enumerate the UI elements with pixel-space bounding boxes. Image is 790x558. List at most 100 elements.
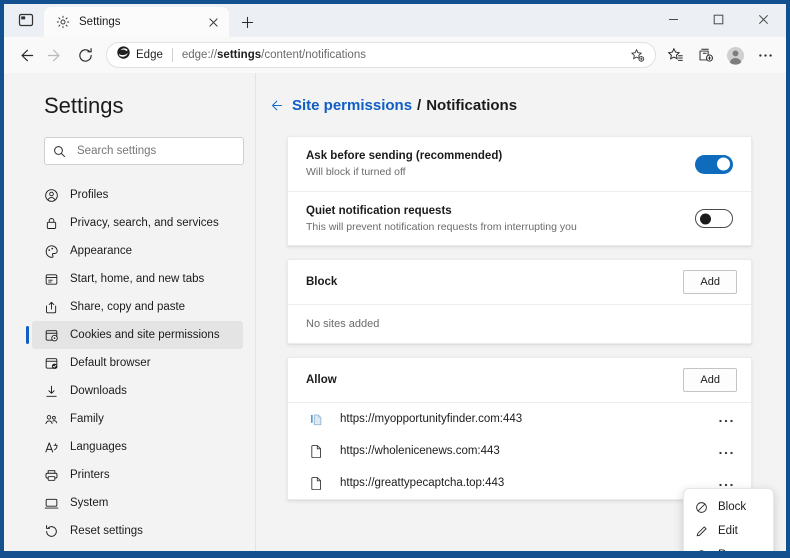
pencil-icon xyxy=(694,525,709,538)
refresh-icon[interactable] xyxy=(70,40,100,70)
more-ellipsis-icon[interactable] xyxy=(715,446,737,456)
sidebar-item-phone-and-other-devices[interactable]: Phone and other devices xyxy=(32,545,243,551)
close-icon[interactable] xyxy=(741,4,786,35)
setting-row-quiet-notification-requests: Quiet notification requests This will pr… xyxy=(288,191,751,245)
sidebar-item-reset-settings[interactable]: Reset settings xyxy=(32,517,243,545)
download-icon xyxy=(42,384,60,399)
start-home-icon xyxy=(42,272,60,287)
section-title: Block xyxy=(306,276,338,288)
more-ellipsis-icon[interactable] xyxy=(750,40,780,70)
toggle-quiet-notification-requests[interactable] xyxy=(695,209,733,228)
sidebar-item-profiles[interactable]: Profiles xyxy=(32,181,243,209)
sidebar-item-system[interactable]: System xyxy=(32,489,243,517)
context-menu-item-block[interactable]: Block xyxy=(684,495,773,519)
close-icon[interactable] xyxy=(205,14,221,30)
context-menu-item-label: Block xyxy=(718,501,747,513)
allow-site-row: https://myopportunityfinder.com:443 xyxy=(288,403,751,435)
generic-page-icon xyxy=(308,476,324,490)
back-arrow-icon[interactable] xyxy=(264,98,286,113)
profiles-icon xyxy=(42,188,60,203)
new-tab-button[interactable] xyxy=(235,10,259,34)
sidebar-item-label: Share, copy and paste xyxy=(70,301,186,313)
site-context-menu: Block Edit Remove xyxy=(683,488,774,551)
family-icon xyxy=(42,412,60,427)
url-suffix: /content/notifications xyxy=(261,49,366,61)
sidebar-item-label: Downloads xyxy=(70,385,127,397)
breadcrumb: Site permissions / Notifications xyxy=(264,97,786,114)
sidebar-item-languages[interactable]: Languages xyxy=(32,433,243,461)
sidebar-item-label: Profiles xyxy=(70,189,109,201)
more-ellipsis-icon[interactable] xyxy=(715,478,737,488)
context-menu-item-label: Remove xyxy=(718,549,761,551)
gear-icon xyxy=(55,14,71,30)
setting-subtitle: This will prevent notification requests … xyxy=(306,220,577,233)
trash-icon xyxy=(694,549,709,551)
more-ellipsis-icon[interactable] xyxy=(715,414,737,424)
breadcrumb-separator: / xyxy=(417,97,422,114)
block-circle-icon xyxy=(694,501,709,514)
setting-title: Quiet notification requests xyxy=(306,204,452,217)
setting-row-ask-before-sending: Ask before sending (recommended) Will bl… xyxy=(288,137,751,191)
sidebar-item-label: Privacy, search, and services xyxy=(70,217,219,229)
sidebar-item-downloads[interactable]: Downloads xyxy=(32,377,243,405)
breadcrumb-current: Notifications xyxy=(426,97,518,114)
toggle-knob xyxy=(700,213,711,224)
window-controls xyxy=(651,4,786,35)
sidebar-item-printers[interactable]: Printers xyxy=(32,461,243,489)
row-texts: Quiet notification requests This will pr… xyxy=(306,205,695,233)
lock-icon xyxy=(42,216,60,231)
settings-main-content: Site permissions / Notifications Ask bef… xyxy=(256,73,786,551)
favorites-star-icon[interactable] xyxy=(660,40,690,70)
collections-icon[interactable] xyxy=(690,40,720,70)
row-texts: Ask before sending (recommended) Will bl… xyxy=(306,150,695,178)
context-menu-item-edit[interactable]: Edit xyxy=(684,519,773,543)
edge-logo-icon xyxy=(116,45,131,65)
block-add-button[interactable]: Add xyxy=(683,270,737,294)
allow-site-url: https://myopportunityfinder.com:443 xyxy=(340,413,523,425)
system-icon xyxy=(42,496,60,511)
allow-add-button[interactable]: Add xyxy=(683,368,737,392)
back-arrow-icon[interactable] xyxy=(10,40,40,70)
search-input[interactable] xyxy=(77,145,235,157)
maximize-icon[interactable] xyxy=(696,4,741,35)
address-bar[interactable]: Edge edge://settings/content/notificatio… xyxy=(106,42,656,68)
block-section-header: Block Add xyxy=(288,260,751,304)
url-bold-segment: settings xyxy=(217,49,262,61)
sidebar-item-share-copy-and-paste[interactable]: Share, copy and paste xyxy=(32,293,243,321)
search-settings-box[interactable] xyxy=(44,137,244,165)
sidebar-item-label: Default browser xyxy=(70,357,151,369)
sidebar-item-default-browser[interactable]: Default browser xyxy=(32,349,243,377)
sidebar-item-cookies-and-site-permissions[interactable]: Cookies and site permissions xyxy=(26,321,243,349)
allow-site-row: https://wholenicenews.com:443 xyxy=(288,435,751,467)
printer-icon xyxy=(42,468,60,483)
navigation-toolbar: Edge edge://settings/content/notificatio… xyxy=(4,37,786,73)
sidebar-item-label: System xyxy=(70,497,109,509)
context-menu-item-label: Edit xyxy=(718,525,738,537)
tab-search-icon[interactable] xyxy=(14,9,38,31)
browser-window-inner: Settings Edge edge://settings/content/no… xyxy=(4,4,786,551)
tab-title: Settings xyxy=(79,16,121,28)
star-add-icon[interactable] xyxy=(625,43,649,67)
allow-section-header: Allow Add xyxy=(288,358,751,402)
toggle-ask-before-sending[interactable] xyxy=(695,154,733,174)
minimize-icon[interactable] xyxy=(651,4,696,35)
breadcrumb-parent-link[interactable]: Site permissions xyxy=(292,97,412,114)
allow-section-card: Allow Add https://myopportunityfinder.co… xyxy=(287,357,752,500)
appearance-icon xyxy=(42,244,60,259)
sidebar-item-start-home-and-new-tabs[interactable]: Start, home, and new tabs xyxy=(32,265,243,293)
sidebar-nav-list: Profiles Privacy, search, and services App… xyxy=(4,181,255,551)
allow-site-url: https://wholenicenews.com:443 xyxy=(340,445,500,457)
sidebar-item-privacy-search-and-services[interactable]: Privacy, search, and services xyxy=(32,209,243,237)
context-menu-item-remove[interactable]: Remove xyxy=(684,543,773,551)
sidebar-item-family[interactable]: Family xyxy=(32,405,243,433)
forward-arrow-icon xyxy=(40,40,70,70)
toggle-knob xyxy=(717,157,730,171)
browser-tab-settings[interactable]: Settings xyxy=(44,7,229,37)
allow-site-list: https://myopportunityfinder.com:443 https… xyxy=(288,402,751,499)
reset-icon xyxy=(42,524,60,539)
sidebar-item-appearance[interactable]: Appearance xyxy=(32,237,243,265)
profile-avatar-icon[interactable] xyxy=(720,40,750,70)
allow-site-row: https://greattypecaptcha.top:443 xyxy=(288,467,751,499)
sidebar-item-label: Appearance xyxy=(70,245,133,257)
edge-brand: Edge xyxy=(116,45,163,65)
